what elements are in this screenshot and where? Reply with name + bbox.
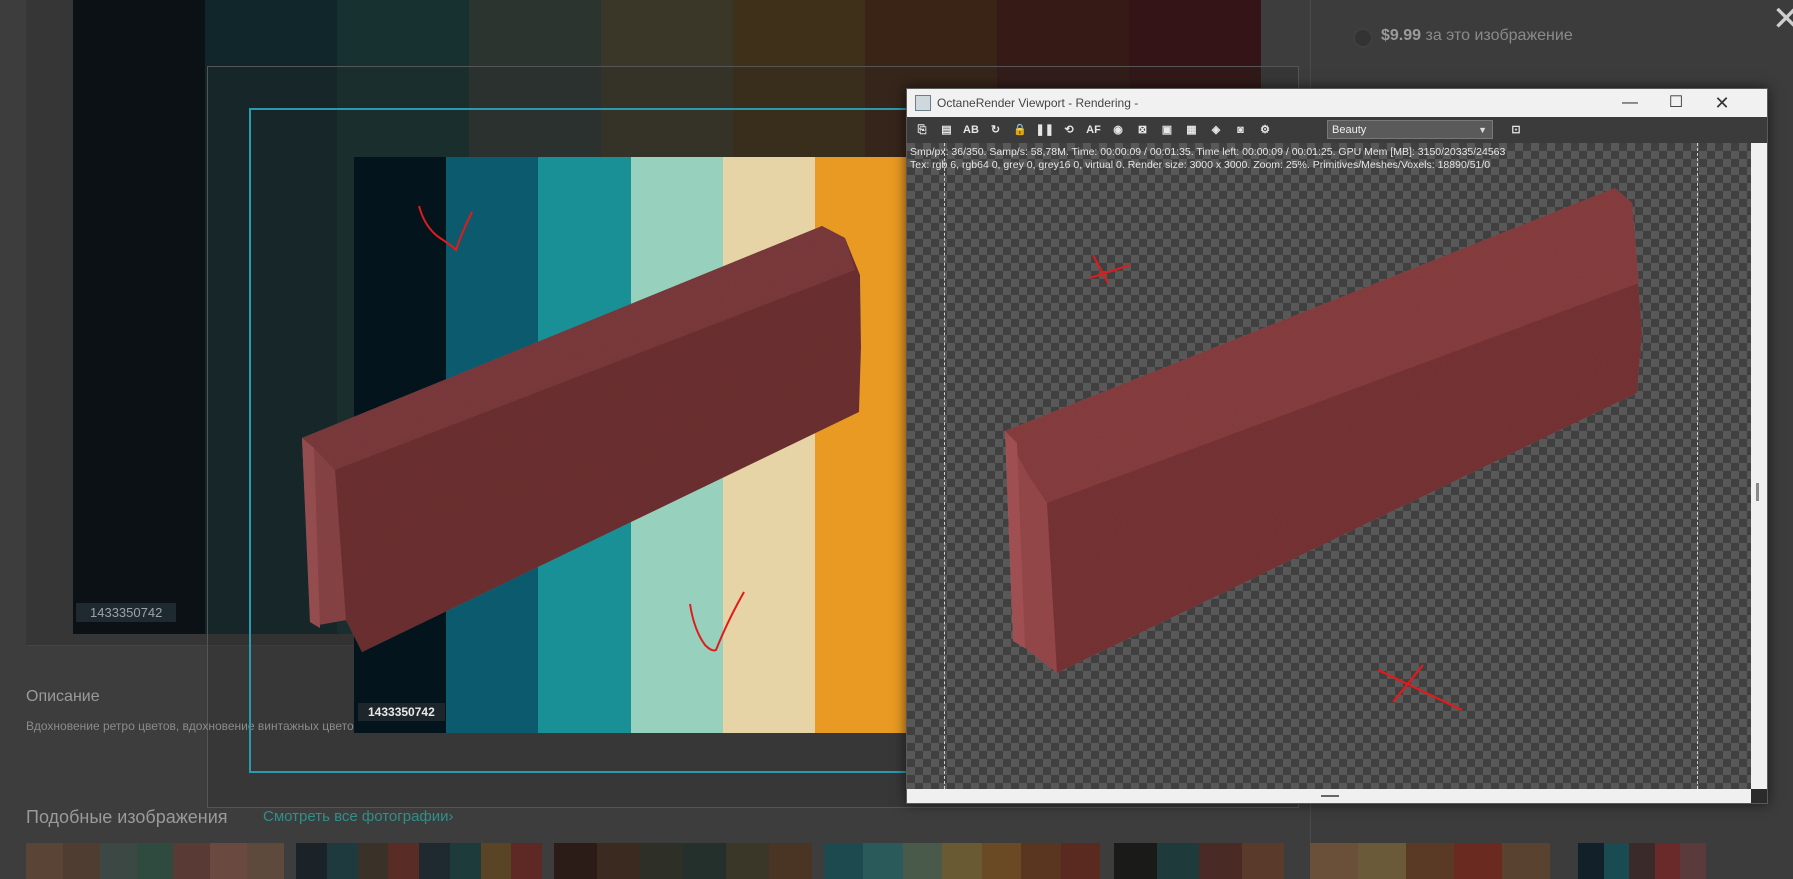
ab-compare-icon[interactable]: AB — [962, 121, 980, 139]
copy-clipboard-icon[interactable]: ⎘ — [913, 121, 931, 139]
render-stats-line: Tex: rgb 6, rgb64 0, grey 0, grey16 0, v… — [910, 159, 1491, 171]
settings-gear-icon[interactable]: ⚙ — [1256, 121, 1274, 139]
viewport-toolbar: ⎘ ▤ AB ↻ 🔒 ❚❚ ⟲ AF ◉ ⊠ ▣ ▦ ◈ ◙ ⚙ Beauty ▼ ⊡ — [907, 117, 1767, 144]
octane-viewport-window: OctaneRender Viewport - Rendering - — ☐ … — [906, 88, 1768, 804]
render-pass-value: Beauty — [1332, 124, 1367, 136]
camera-icon[interactable]: ◙ — [1232, 121, 1250, 139]
restart-render-icon[interactable]: ↻ — [987, 121, 1005, 139]
save-image-icon[interactable]: ▤ — [938, 121, 956, 139]
scroll-grip[interactable] — [1756, 483, 1759, 501]
render-viewport[interactable]: Smp/px: 36/350. Samp/s: 58,78M. Time: 00… — [907, 143, 1751, 789]
lock-icon[interactable]: 🔒 — [1011, 121, 1029, 139]
autofocus-icon[interactable]: AF — [1085, 121, 1103, 139]
render-pass-select[interactable]: Beauty ▼ — [1327, 120, 1493, 139]
display-settings-icon[interactable]: ▦ — [1183, 121, 1201, 139]
maximize-button[interactable]: ☐ — [1653, 89, 1699, 117]
render-stats-overlay: Smp/px: 36/350. Samp/s: 58,78M. Time: 00… — [910, 146, 1505, 172]
viewport-resize-icon[interactable]: ⊡ — [1507, 121, 1525, 139]
film-region-icon[interactable]: ▣ — [1158, 121, 1176, 139]
minimize-button[interactable]: — — [1607, 89, 1653, 117]
window-title: OctaneRender Viewport - Rendering - — [937, 96, 1139, 110]
chevron-down-icon: ▼ — [1478, 125, 1487, 135]
color-picker-icon[interactable]: ◉ — [1109, 121, 1127, 139]
material-picker-icon[interactable]: ◈ — [1207, 121, 1225, 139]
octane-app-icon — [915, 95, 931, 111]
close-button[interactable]: ✕ — [1699, 89, 1745, 117]
vertical-scrollbar[interactable] — [1751, 143, 1767, 789]
recenter-icon[interactable]: ⟲ — [1060, 121, 1078, 139]
region-render-icon[interactable]: ⊠ — [1134, 121, 1152, 139]
pause-icon[interactable]: ❚❚ — [1036, 121, 1054, 139]
render-stats-line: Smp/px: 36/350. Samp/s: 58,78M. Time: 00… — [910, 146, 1506, 158]
rendered-curb-brick — [1005, 188, 1642, 673]
title-bar[interactable]: OctaneRender Viewport - Rendering - — ☐ … — [907, 89, 1767, 117]
resize-grip[interactable] — [1321, 795, 1339, 797]
selection-rectangle[interactable] — [249, 108, 913, 773]
bottom-resize-bar[interactable] — [907, 789, 1751, 803]
